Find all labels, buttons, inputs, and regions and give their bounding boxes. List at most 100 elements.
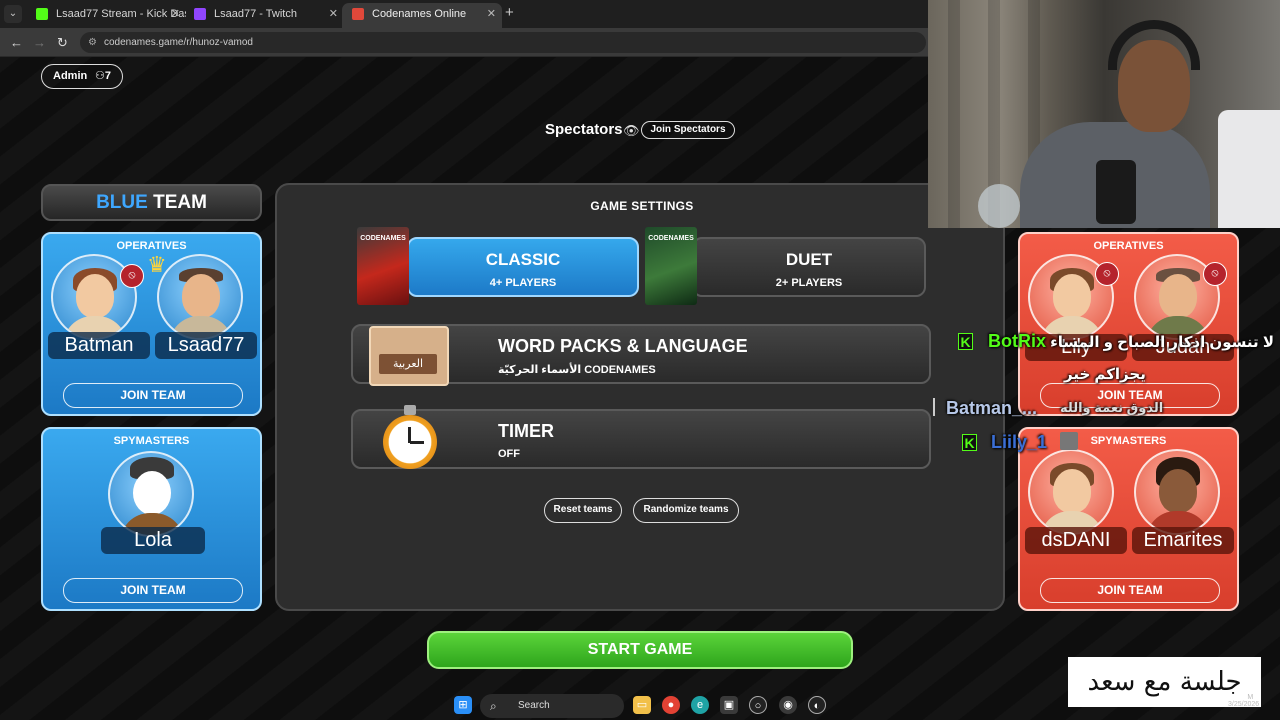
eye-icon: 👁 (623, 123, 640, 138)
operatives-label: OPERATIVES (1093, 240, 1164, 252)
browser-tab-bar: ⌄ Lsaad77 Stream - Kick Dashboar ✕ Lsaad… (0, 0, 928, 28)
admin-button[interactable]: Admin ⚇7 (41, 64, 123, 89)
tab-twitch[interactable]: Lsaad77 - Twitch ✕ (184, 3, 344, 28)
join-red-spymasters-button[interactable]: JOIN TEAM (1040, 578, 1220, 603)
player-name: dsDANI (1025, 527, 1127, 554)
word-packs-button[interactable]: العربية WORD PACKS & LANGUAGE الأسماء ال… (351, 324, 931, 386)
join-blue-operatives-button[interactable]: JOIN TEAM (63, 383, 243, 408)
crown-icon: ♛ (147, 252, 167, 277)
clock-date: 3/25/2026 (1228, 701, 1260, 708)
row-title: TIMER (498, 421, 554, 441)
row-subtitle: OFF (498, 448, 520, 460)
tab-search-dropdown[interactable]: ⌄ (4, 5, 22, 23)
taskbar-search[interactable]: ⌕ Search (480, 694, 624, 718)
clock-time: M (1247, 694, 1254, 701)
duet-box-art: CODENAMES (645, 227, 697, 305)
headphones-icon (1108, 20, 1200, 70)
webcam-overlay (928, 0, 1280, 228)
box-label: CODENAMES (360, 235, 406, 242)
spectators-label: Spectators (545, 121, 623, 138)
blue-operatives-panel: OPERATIVES ⦸ ♛ Batman Lsaad77 JOIN TEAM (41, 232, 262, 416)
avatar (108, 451, 194, 537)
row-title: WORD PACKS & LANGUAGE (498, 336, 748, 356)
disconnected-icon: ⦸ (1203, 262, 1227, 286)
duet-mode-button[interactable]: DUET 2+ PLAYERS (692, 237, 926, 297)
mode-subtitle: 2+ PLAYERS (775, 277, 843, 289)
system-clock: M 3/25/2026 (1228, 694, 1259, 708)
twitch-favicon-icon (194, 8, 206, 20)
row-subtitle: الأسماء الحركيّة CODENAMES (498, 364, 656, 376)
chat-divider (933, 398, 935, 416)
join-spectators-button[interactable]: Join Spectators (641, 121, 735, 139)
game-settings-panel: GAME SETTINGS CLASSIC 4+ PLAYERS CODENAM… (275, 183, 1005, 611)
windows-start-icon[interactable]: ⊞ (454, 696, 472, 714)
stopwatch-icon (383, 405, 437, 469)
close-tab-icon[interactable]: ✕ (329, 3, 338, 25)
avatar (1028, 449, 1114, 535)
box-label: CODENAMES (648, 235, 694, 242)
reset-teams-button[interactable]: Reset teams (544, 498, 622, 523)
operatives-label: OPERATIVES (116, 240, 187, 252)
chat-message: لا تنسون اذكار الصباح و المساء (1050, 334, 1274, 351)
timer-button[interactable]: TIMER OFF (351, 405, 931, 469)
tab-title: Codenames Online (372, 8, 467, 20)
player-name: Emarites (1132, 527, 1234, 554)
close-tab-icon[interactable]: ✕ (487, 3, 496, 25)
kick-favicon-icon (36, 8, 48, 20)
back-icon[interactable]: ← (10, 35, 23, 50)
forward-icon[interactable]: → (33, 35, 46, 50)
spymasters-label: SPYMASTERS (113, 435, 190, 447)
tab-title: Lsaad77 - Twitch (214, 8, 297, 20)
randomize-teams-button[interactable]: Randomize teams (633, 498, 739, 523)
team-word: TEAM (153, 192, 207, 213)
url-field[interactable]: ⚙ codenames.game/r/hunoz-vamod (80, 32, 926, 53)
chrome-active-icon[interactable]: ◉ (779, 696, 797, 714)
site-info-icon[interactable]: ⚙ (88, 32, 97, 53)
chat-username: BotRix (988, 331, 1046, 351)
address-bar-row: ← → ↻ ⚙ codenames.game/r/hunoz-vamod (0, 28, 928, 57)
mode-title: DUET (785, 250, 833, 269)
reload-icon[interactable]: ↻ (57, 35, 68, 51)
steam-icon[interactable]: ◐ (808, 696, 826, 714)
screen: ⌄ Lsaad77 Stream - Kick Dashboar ✕ Lsaad… (0, 0, 1280, 720)
chrome-icon[interactable]: ● (662, 696, 680, 714)
language-card-label: العربية (379, 354, 437, 374)
start-game-button[interactable]: START GAME (427, 631, 853, 669)
edge-icon[interactable]: e (691, 696, 709, 714)
classic-mode-button[interactable]: CLASSIC 4+ PLAYERS (407, 237, 639, 297)
player-name: Lsaad77 (155, 332, 257, 359)
chat-message: الدوق نعمة والله (1060, 400, 1164, 415)
microphone-icon (1096, 160, 1136, 224)
kick-logo-icon: K (962, 434, 977, 451)
tab-title: Lsaad77 Stream - Kick Dashboar (56, 8, 186, 20)
chat-username: Batman_... (946, 398, 1038, 418)
mode-subtitle: 4+ PLAYERS (489, 277, 557, 289)
game-settings-title: GAME SETTINGS (590, 199, 694, 213)
obs-icon[interactable]: ○ (749, 696, 767, 714)
url-text: codenames.game/r/hunoz-vamod (104, 37, 253, 48)
red-spymasters-panel: SPYMASTERS dsDANI Emarites JOIN TEAM (1018, 427, 1239, 611)
chat-avatar (1060, 432, 1078, 450)
windows-taskbar: ⊞ ⌕ Search ▭ ● e ▣ ○ ◉ ◐ (440, 690, 840, 720)
tab-kick-dashboard[interactable]: Lsaad77 Stream - Kick Dashboar ✕ (26, 3, 186, 28)
search-label: Search (518, 700, 550, 711)
player-name: Lola (101, 527, 205, 554)
kick-logo-icon: K (958, 333, 973, 350)
chat-message: يجزاكم خير (1064, 366, 1146, 383)
close-tab-icon[interactable]: ✕ (171, 3, 180, 25)
blue-team-header: BLUE TEAM (41, 184, 262, 221)
new-tab-icon[interactable]: + (505, 4, 514, 21)
store-icon[interactable]: ▣ (720, 696, 738, 714)
disconnected-icon: ⦸ (1095, 262, 1119, 286)
admin-label: Admin (53, 70, 88, 82)
avatar (157, 254, 243, 340)
spymasters-label: SPYMASTERS (1090, 435, 1167, 447)
chat-username: Liily_1 (991, 432, 1048, 452)
file-explorer-icon[interactable]: ▭ (633, 696, 651, 714)
mode-title: CLASSIC (485, 250, 561, 269)
language-card-icon: العربية (369, 326, 449, 386)
team-color-word: BLUE (96, 192, 148, 213)
tab-codenames[interactable]: Codenames Online ✕ (342, 3, 502, 28)
red-operatives-panel: OPERATIVES ⦸ ⦸ Lily Judah JOIN TEAM (1018, 232, 1239, 416)
join-blue-spymasters-button[interactable]: JOIN TEAM (63, 578, 243, 603)
